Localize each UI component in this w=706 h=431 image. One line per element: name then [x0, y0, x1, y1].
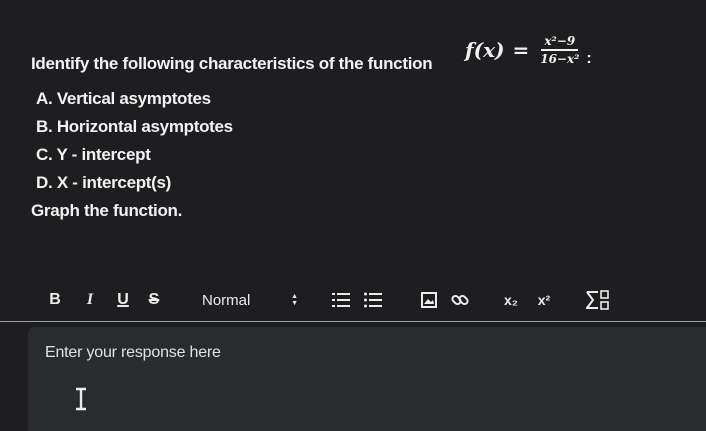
underline-button[interactable]: U	[112, 280, 134, 320]
bullet-list-button[interactable]	[362, 280, 384, 320]
bold-button[interactable]: B	[44, 280, 66, 320]
subscript-button[interactable]: x₂	[498, 280, 524, 320]
list-item: A. Vertical asymptotes	[36, 89, 211, 108]
response-placeholder: Enter your response here	[45, 344, 221, 361]
strikethrough-button[interactable]: S	[141, 280, 167, 320]
list-item: D. X - intercept(s)	[36, 173, 172, 192]
response-editor[interactable]: Enter your response here	[28, 327, 706, 431]
fraction-denominator: 16−x²	[540, 52, 580, 66]
insert-link-button[interactable]	[448, 280, 472, 320]
characteristics-list: A. Vertical asymptotes B. Horizontal asy…	[36, 88, 233, 200]
text-format-select[interactable]: Normal ▲ ▼	[190, 286, 308, 314]
formula-colon: :	[586, 50, 592, 67]
question-text: Identify the following characteristics o…	[31, 54, 433, 73]
editor-toolbar: B I U S Normal ▲ ▼ x₂ x²	[0, 280, 706, 320]
function-formula: f(x) = x²−9 16−x² :	[465, 26, 592, 74]
list-item: B. Horizontal asymptotes	[36, 117, 233, 136]
italic-button[interactable]: I	[79, 280, 101, 320]
link-icon	[451, 294, 469, 306]
superscript-button[interactable]: x²	[530, 280, 558, 320]
text-cursor-icon	[74, 387, 88, 416]
list-item: C. Y - intercept	[36, 145, 151, 164]
sigma-formula-icon	[586, 290, 609, 310]
text-format-value: Normal	[202, 291, 251, 309]
ordered-list-button[interactable]	[330, 280, 352, 320]
equals-sign: =	[512, 38, 530, 62]
fraction: x²−9 16−x²	[537, 33, 582, 67]
image-icon	[421, 292, 437, 308]
insert-image-button[interactable]	[418, 280, 440, 320]
function-name: f(x)	[465, 38, 505, 62]
fraction-numerator: x²−9	[541, 33, 579, 51]
bullet-list-icon	[364, 292, 382, 308]
toolbar-divider	[0, 321, 706, 322]
insert-formula-button[interactable]	[584, 280, 614, 320]
question-prompt: Identify the following characteristics o…	[31, 26, 671, 74]
select-arrows-icon: ▲ ▼	[291, 293, 298, 307]
ordered-list-icon	[332, 293, 350, 307]
graph-instruction: Graph the function.	[31, 201, 183, 220]
